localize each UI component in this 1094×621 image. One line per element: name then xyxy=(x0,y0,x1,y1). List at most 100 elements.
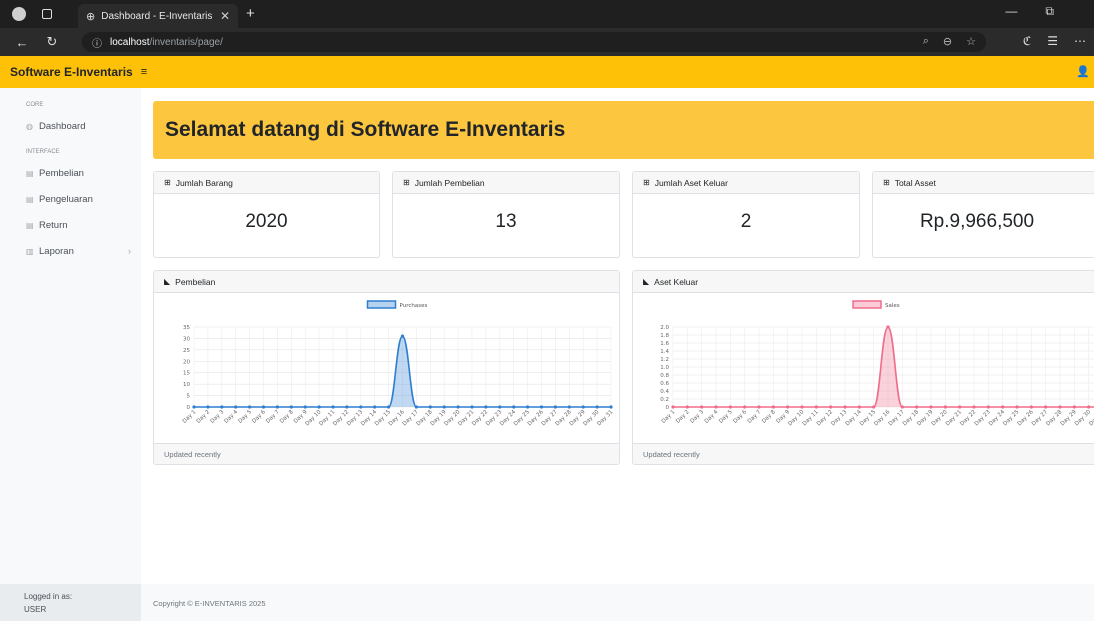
main-content: Selamat datang di Software E-Inventaris … xyxy=(141,88,1094,621)
star-icon[interactable]: ☆ xyxy=(966,35,976,48)
data-point xyxy=(359,405,363,409)
y-tick-label: 1.2 xyxy=(660,357,669,363)
legend-swatch xyxy=(366,300,397,309)
data-point xyxy=(331,405,335,409)
sidebar-item-pembelian[interactable]: ▤ Pembelian xyxy=(0,160,141,186)
data-point xyxy=(248,405,252,409)
data-point xyxy=(595,405,599,409)
minimize-icon[interactable]: — xyxy=(1005,4,1017,19)
sidebar-item-dashboard[interactable]: ◍ Dashboard xyxy=(0,113,141,139)
more-icon[interactable]: ⋯ xyxy=(1074,34,1086,48)
data-point xyxy=(484,405,488,409)
x-tick-label: Day 5 xyxy=(237,409,253,425)
table-icon: ⊞ xyxy=(164,178,171,187)
y-tick-label: 30 xyxy=(183,336,190,342)
chart-card-title: Aset Keluar xyxy=(654,276,699,287)
sidebar-toggle-icon[interactable]: ≡ xyxy=(141,66,147,78)
data-point xyxy=(700,405,704,409)
stat-value: 2 xyxy=(740,211,752,232)
data-point xyxy=(900,405,904,409)
stat-label: Total Asset xyxy=(894,177,936,188)
chart-card-aset-keluar: ◣ Aset Keluar Sales 2.0 1.8 1.6 1.4 1.2 1.0 0.8 0… xyxy=(632,270,1094,465)
new-tab-icon[interactable]: + xyxy=(246,5,255,22)
user-icon[interactable]: 👤 xyxy=(1076,65,1090,78)
data-point xyxy=(757,405,761,409)
data-point xyxy=(400,334,405,338)
data-point xyxy=(498,405,502,409)
data-point xyxy=(915,405,919,409)
table-icon: ⊞ xyxy=(883,178,890,187)
data-point xyxy=(1001,405,1005,409)
book-icon: ▤ xyxy=(26,168,34,178)
data-point xyxy=(743,405,747,409)
sidebar-item-laporan[interactable]: ▥ Laporan › xyxy=(0,238,141,264)
restore-icon[interactable]: ⧉ xyxy=(1045,4,1054,19)
welcome-banner: Selamat datang di Software E-Inventaris xyxy=(153,101,1094,159)
chart-card-footer: Updated recently xyxy=(633,443,1094,464)
tab-actions-icon[interactable] xyxy=(42,9,52,19)
back-icon[interactable]: ← xyxy=(14,35,30,50)
search-icon[interactable]: ⌕ xyxy=(923,35,929,48)
tab-title: Dashboard - E-Inventaris xyxy=(101,10,213,22)
data-point xyxy=(428,405,432,409)
stat-value: Rp.9,966,500 xyxy=(919,211,1035,232)
x-tick-label: Day 6 xyxy=(251,409,267,425)
x-tick-label: Day 1 xyxy=(182,409,198,425)
data-point xyxy=(671,405,675,409)
favorites-icon[interactable]: ☰ xyxy=(1047,34,1058,48)
browser-profile-icon[interactable] xyxy=(12,7,26,21)
sidebar: CORE ◍ Dashboard INTERFACE ▤ Pembelian ▤… xyxy=(0,88,141,621)
purchases-chart: Purchases35302520151050Day 1Day 2Day 3Da… xyxy=(182,300,614,427)
x-tick-label: Day 4 xyxy=(704,409,720,425)
data-point xyxy=(786,405,790,409)
data-point xyxy=(1044,405,1048,409)
browser-tab[interactable]: ⊕ Dashboard - E-Inventaris ✕ xyxy=(78,4,238,28)
zoom-icon[interactable]: ⊖ xyxy=(943,35,952,48)
sidebar-item-return[interactable]: ▤ Return xyxy=(0,212,141,238)
y-tick-label: 20 xyxy=(183,359,190,365)
y-tick-label: 1.8 xyxy=(660,333,669,339)
x-tick-label: Day 2 xyxy=(196,409,212,425)
sidebar-item-pengeluaran[interactable]: ▤ Pengeluaran xyxy=(0,186,141,212)
close-tab-icon[interactable]: ✕ xyxy=(220,9,230,23)
x-tick-label: Day 2 xyxy=(675,409,691,425)
y-tick-label: 0.4 xyxy=(660,389,669,395)
y-tick-label: 2.0 xyxy=(660,325,669,331)
y-tick-label: 0.2 xyxy=(660,397,669,403)
sidebar-item-label: Pembelian xyxy=(39,167,84,179)
y-tick-label: 25 xyxy=(183,348,190,354)
sidebar-footer: Logged in as: USER xyxy=(0,584,141,621)
data-point xyxy=(958,405,962,409)
reload-icon[interactable]: ↻ xyxy=(44,34,60,50)
area-chart-icon: ◣ xyxy=(643,277,650,286)
sidebar-item-label: Pengeluaran xyxy=(39,193,93,205)
stat-card-total-asset: ⊞ Total Asset Rp.9,966,500 xyxy=(872,171,1094,258)
data-point xyxy=(387,405,391,409)
data-point xyxy=(414,405,418,409)
data-point xyxy=(275,405,279,409)
window-controls: — ⧉ xyxy=(1005,4,1094,19)
url-host: localhost xyxy=(110,36,150,48)
brand[interactable]: Software E-Inventaris xyxy=(10,65,133,79)
logged-in-user: USER xyxy=(24,605,47,614)
data-point xyxy=(714,405,718,409)
data-point xyxy=(470,405,474,409)
info-icon[interactable]: ⓘ xyxy=(92,35,102,50)
data-point xyxy=(972,405,976,409)
y-tick-label: 35 xyxy=(183,325,190,331)
data-point xyxy=(261,405,266,409)
x-tick-label: Day 3 xyxy=(689,409,705,425)
data-point xyxy=(192,405,196,409)
sales-chart: Sales2.01.81.61.41.21.00.80.60.40.20Day … xyxy=(660,300,1094,427)
book-icon: ▤ xyxy=(26,194,34,204)
data-point xyxy=(317,405,321,409)
data-point xyxy=(373,405,377,409)
data-point xyxy=(829,405,833,409)
legend-label: Purchases xyxy=(400,303,428,309)
area-chart-icon: ◣ xyxy=(164,277,171,286)
data-point xyxy=(1087,405,1091,409)
extension-icon[interactable]: ℭ xyxy=(1023,34,1031,48)
y-tick-label: 0.8 xyxy=(660,373,669,379)
stat-label: Jumlah Pembelian xyxy=(414,177,485,188)
url-input[interactable]: ⓘ localhost/inventaris/page/ ⌕ ⊖ ☆ xyxy=(82,32,986,52)
